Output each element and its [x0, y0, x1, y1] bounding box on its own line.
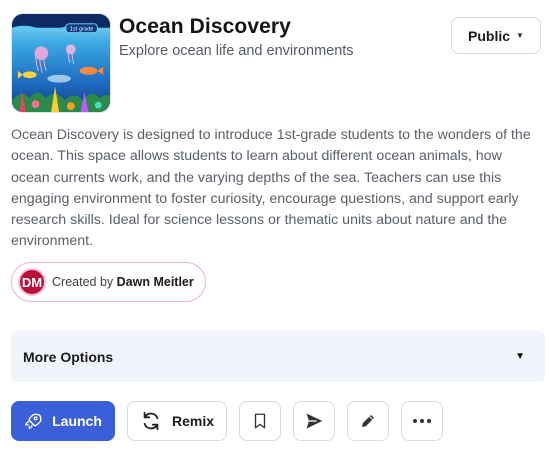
- launch-label: Launch: [52, 413, 102, 429]
- more-options-toggle[interactable]: More Options ▼: [11, 331, 545, 382]
- activity-subtitle: Explore ocean life and environments: [119, 43, 354, 59]
- creator-text: Created by Dawn Meitler: [52, 275, 194, 289]
- creator-badge[interactable]: DM Created by Dawn Meitler: [11, 262, 206, 302]
- launch-button[interactable]: Launch: [11, 401, 115, 441]
- visibility-dropdown[interactable]: Public ▼: [451, 17, 541, 54]
- ellipsis-icon: [413, 419, 431, 423]
- refresh-icon: [143, 411, 159, 431]
- creator-name: Dawn Meitler: [116, 275, 194, 289]
- avatar: DM: [18, 268, 46, 296]
- creator-prefix: Created by: [52, 275, 114, 289]
- edit-button[interactable]: [347, 401, 389, 441]
- remix-label: Remix: [171, 413, 215, 429]
- share-button[interactable]: [293, 401, 335, 441]
- caret-down-icon: ▼: [516, 31, 524, 40]
- visibility-label: Public: [468, 27, 511, 44]
- more-options-label: More Options: [23, 348, 114, 365]
- pencil-icon: [362, 415, 374, 427]
- activity-description: Ocean Discovery is designed to introduce…: [11, 127, 531, 250]
- ocean-illustration: 1st grade: [12, 14, 110, 112]
- bookmark-button[interactable]: [239, 401, 281, 441]
- activity-title: Ocean Discovery: [119, 15, 291, 38]
- bookmark-icon: [254, 413, 266, 429]
- remix-button[interactable]: Remix: [127, 401, 227, 441]
- thumbnail-badge-text: 1st grade: [70, 26, 93, 32]
- rocket-icon: [25, 413, 42, 430]
- activity-thumbnail: 1st grade: [11, 13, 111, 113]
- caret-down-icon: ▼: [515, 351, 525, 362]
- send-icon: [306, 413, 323, 429]
- more-actions-button[interactable]: [401, 401, 443, 441]
